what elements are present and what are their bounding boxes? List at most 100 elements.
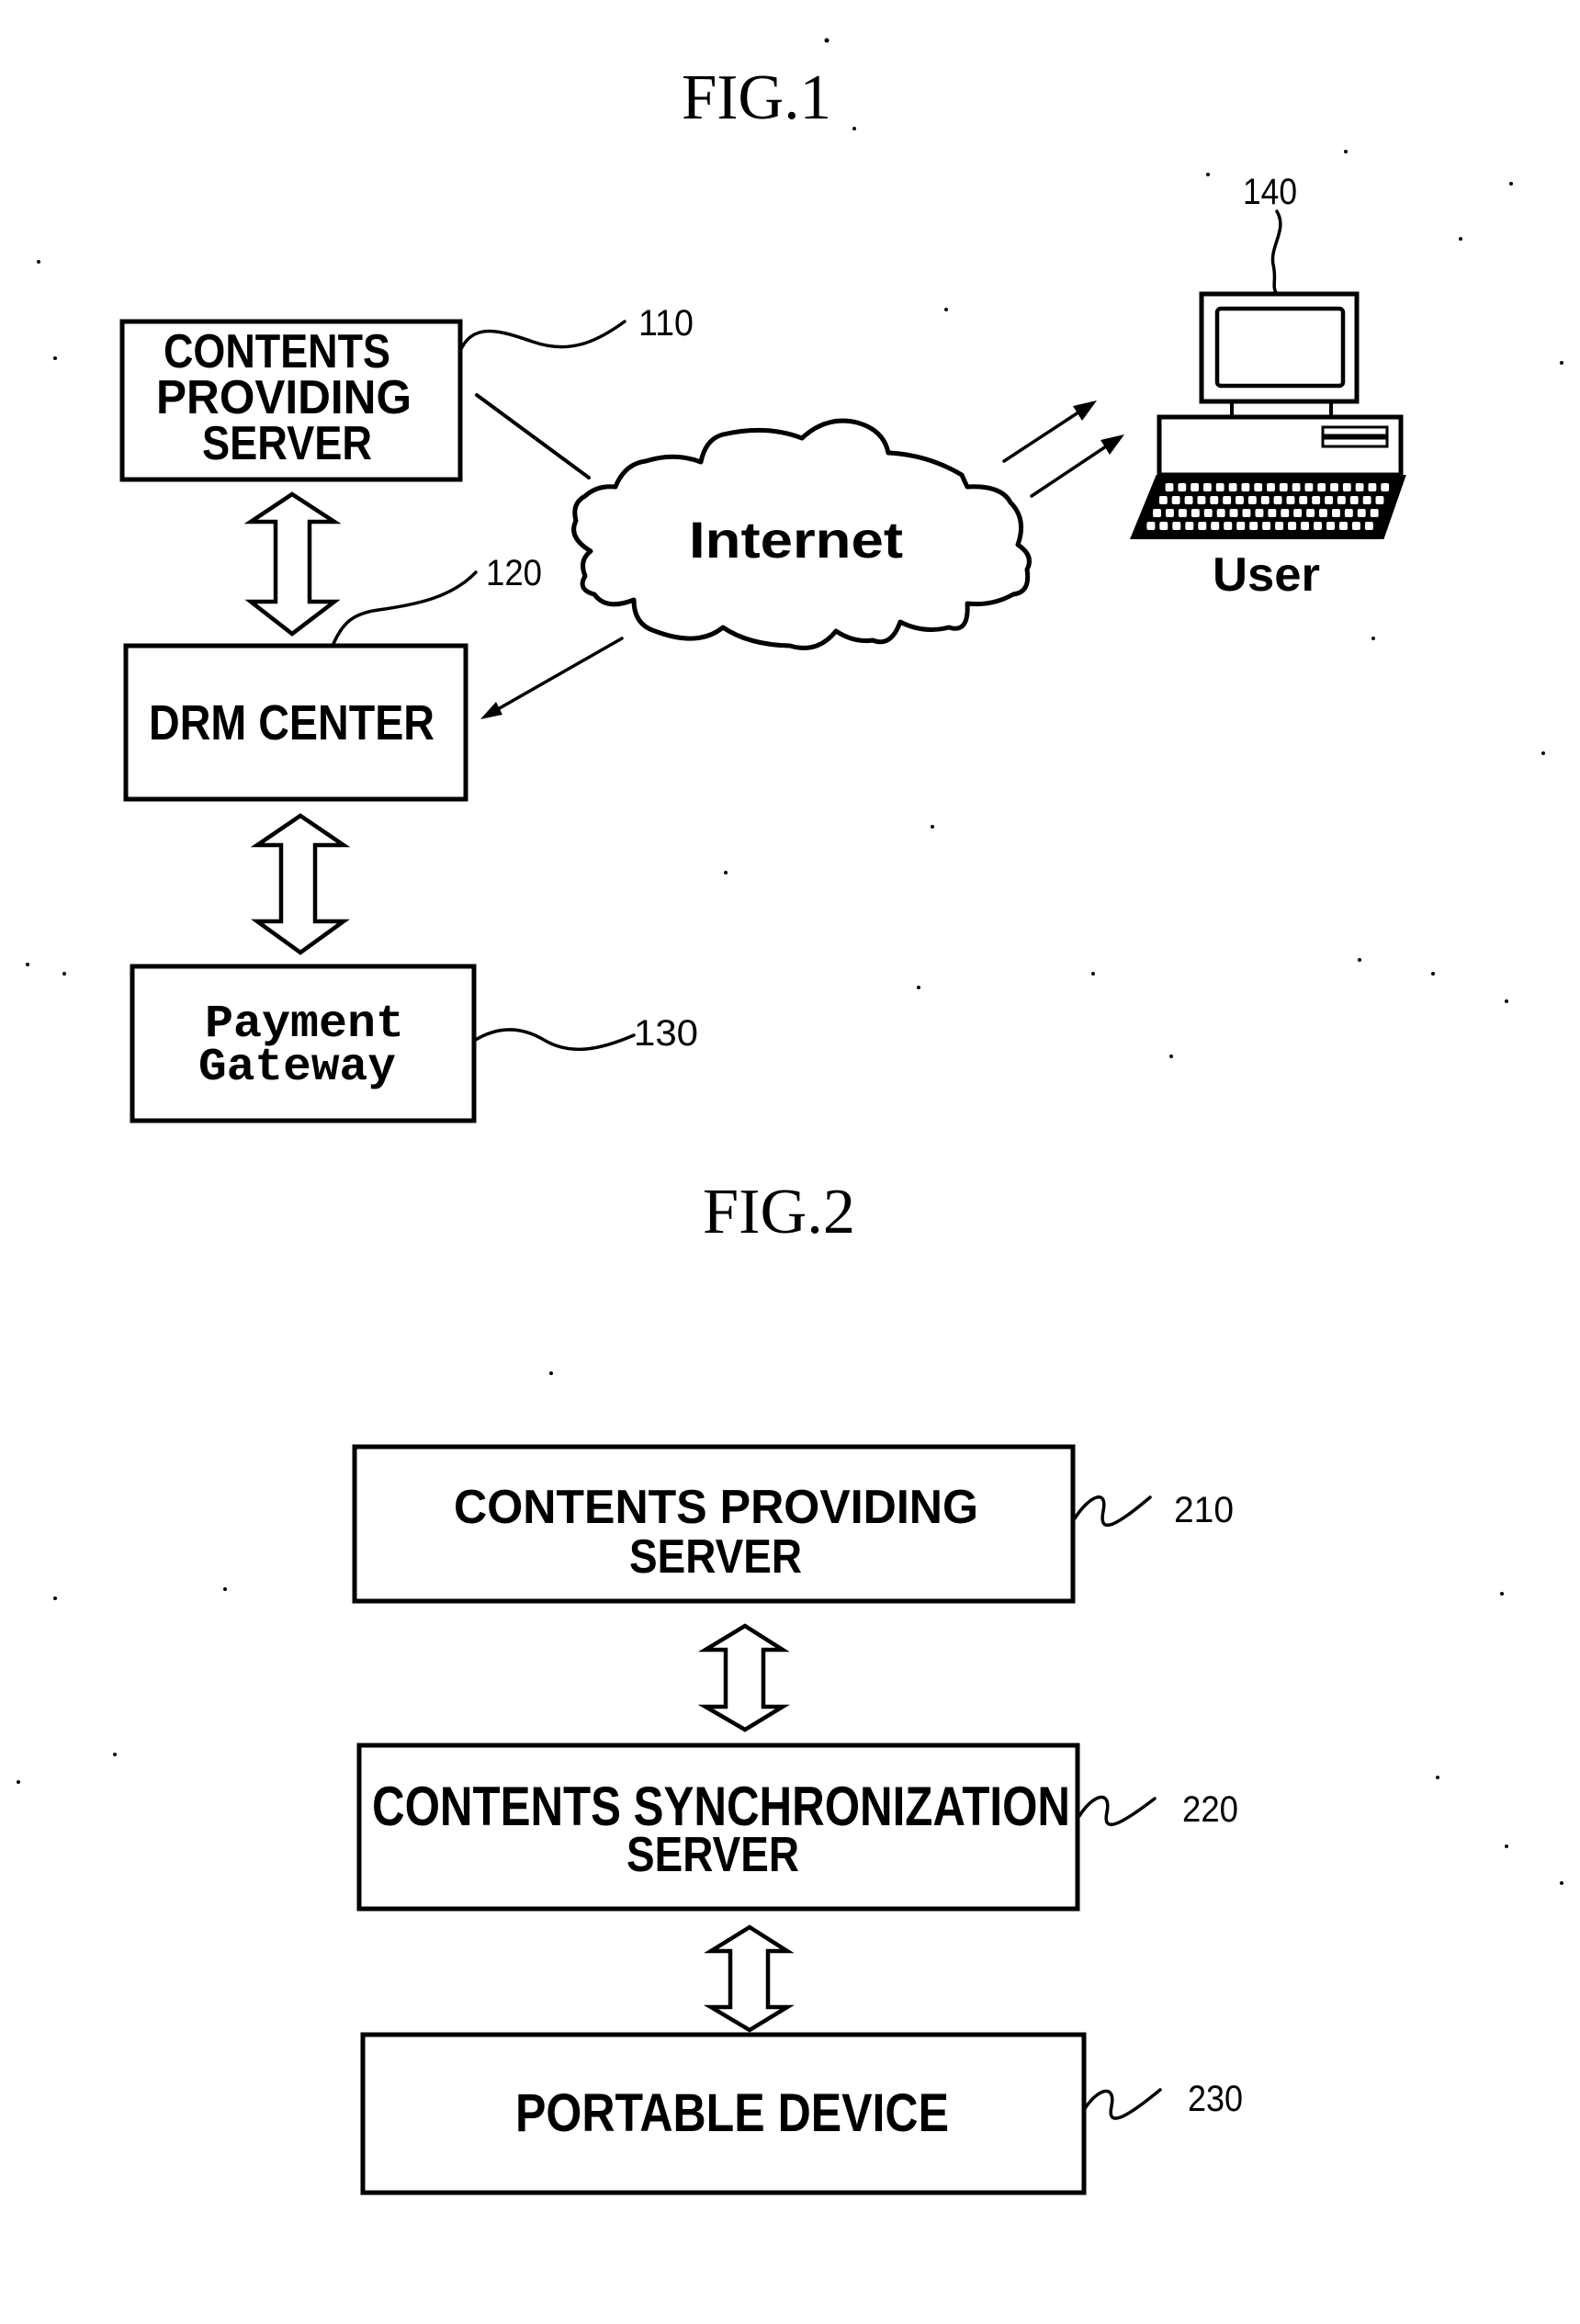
- scan-noise-dot: [53, 356, 57, 360]
- keyboard-key: [1342, 483, 1351, 491]
- drm-center-node[interactable]: DRM CENTER: [123, 643, 468, 802]
- scan-noise-dot: [1344, 150, 1348, 153]
- keyboard-key: [1268, 509, 1277, 517]
- keyboard-key: [1166, 509, 1174, 517]
- keyboard-key: [1330, 483, 1338, 491]
- keyboard-key: [1215, 483, 1224, 491]
- keyboard-key: [1344, 509, 1353, 517]
- scan-noise-dot: [852, 127, 856, 130]
- keyboard-key: [1319, 509, 1327, 517]
- keyboard-key: [1292, 483, 1301, 491]
- scan-noise-dot: [1500, 1592, 1504, 1596]
- portable-device-node[interactable]: PORTABLE DEVICE: [360, 2032, 1087, 2195]
- scan-noise-dot: [1509, 182, 1513, 186]
- user-label: User: [1213, 548, 1320, 602]
- keyboard-key: [1224, 522, 1233, 530]
- scan-noise-dot: [1431, 972, 1435, 976]
- patent-drawing-sheet: FIG.1 CONTENTS PROVIDING SERVER 110 DRM …: [0, 0, 1580, 2324]
- keyboard-key: [1339, 522, 1348, 530]
- keyboard-key: [1273, 496, 1282, 504]
- keyboard-key: [1375, 496, 1384, 504]
- scan-noise-dot: [62, 972, 66, 976]
- keyboard-key: [1172, 522, 1181, 530]
- keyboard-key: [1178, 483, 1187, 491]
- keyboard-key: [1314, 522, 1322, 530]
- keyboard-key: [1229, 509, 1238, 517]
- keyboard-key: [1146, 522, 1156, 530]
- keyboard-key: [1275, 522, 1284, 530]
- keyboard-key: [1281, 509, 1290, 517]
- scan-noise-dot: [944, 308, 948, 311]
- scan-noise-dot: [917, 986, 920, 989]
- scan-noise-dot: [931, 825, 934, 829]
- keyboard-key: [1317, 483, 1326, 491]
- fig2-contents-providing-server-label-line-2: SERVER: [629, 1530, 802, 1584]
- scan-noise-dot: [53, 1596, 57, 1600]
- keyboard-key: [1293, 509, 1303, 517]
- fig2-contents-providing-server-node[interactable]: CONTENTS PROVIDING SERVER: [352, 1444, 1076, 1604]
- scan-noise-dot: [1560, 1881, 1563, 1885]
- keyboard-key: [1362, 496, 1371, 504]
- fig2-contents-providing-server-label-line-1: CONTENTS PROVIDING: [454, 1481, 978, 1534]
- keyboard-key: [1267, 483, 1275, 491]
- drive-slot-2: [1321, 436, 1389, 448]
- keyboard-key: [1255, 509, 1264, 517]
- scan-noise-dot: [1436, 1776, 1439, 1779]
- figure-1-title: FIG.1: [682, 62, 831, 133]
- reference-numeral-130: 130: [634, 1013, 698, 1054]
- keyboard-key: [1228, 483, 1237, 491]
- keyboard-key: [1349, 496, 1359, 504]
- keyboard-key: [1306, 509, 1315, 517]
- scan-noise-dot: [824, 38, 830, 43]
- keyboard-key: [1288, 522, 1297, 530]
- keyboard-key: [1254, 483, 1263, 491]
- keyboard-key: [1171, 496, 1180, 504]
- scan-noise-dot: [26, 963, 29, 966]
- keyboard-key: [1355, 483, 1364, 491]
- keyboard-key: [1210, 496, 1219, 504]
- keyboard-key: [1185, 522, 1194, 530]
- keyboard-key: [1247, 496, 1257, 504]
- payment-gateway-label-line-2: Gateway: [198, 1042, 396, 1094]
- keyboard-key: [1304, 483, 1314, 491]
- keyboard-key: [1370, 509, 1379, 517]
- keyboard-key: [1198, 522, 1207, 530]
- keyboard-key: [1312, 496, 1321, 504]
- keyboard-key: [1249, 522, 1258, 530]
- keyboard-key: [1301, 522, 1309, 530]
- scan-noise-dot: [223, 1587, 227, 1591]
- keyboard-key: [1332, 509, 1340, 517]
- contents-synchronization-server-node[interactable]: CONTENTS SYNCHRONIZATION SERVER: [356, 1743, 1080, 1912]
- keyboard-key: [1260, 496, 1270, 504]
- keyboard-key: [1381, 483, 1390, 491]
- keyboard-key: [1153, 509, 1161, 517]
- keyboard-key: [1364, 522, 1373, 530]
- keyboard-key: [1262, 522, 1271, 530]
- keyboard-key: [1223, 496, 1232, 504]
- keyboard-key: [1191, 509, 1200, 517]
- keyboard-key: [1242, 509, 1251, 517]
- scan-noise-dot: [1560, 361, 1563, 365]
- reference-numeral-210: 210: [1174, 1490, 1234, 1530]
- contents-providing-server-node[interactable]: CONTENTS PROVIDING SERVER: [119, 319, 463, 482]
- keyboard-key: [1216, 509, 1225, 517]
- keyboard-key: [1184, 496, 1193, 504]
- keyboard-key: [1165, 483, 1174, 491]
- reference-numeral-140: 140: [1243, 172, 1297, 212]
- scan-noise-dot: [1091, 972, 1095, 976]
- keyboard-key: [1203, 483, 1212, 491]
- scan-noise-dot: [1358, 958, 1361, 962]
- payment-gateway-node[interactable]: Payment Gateway: [130, 964, 477, 1123]
- keyboard-key: [1158, 496, 1168, 504]
- drm-center-label: DRM CENTER: [149, 695, 434, 750]
- keyboard-key: [1191, 483, 1199, 491]
- scan-noise-dot: [549, 1371, 553, 1375]
- keyboard-key: [1241, 483, 1250, 491]
- monitor-screen: [1214, 306, 1346, 389]
- scan-noise-dot: [724, 871, 728, 874]
- keyboard-key: [1368, 483, 1377, 491]
- scan-noise-dot: [17, 1780, 20, 1784]
- reference-numeral-220: 220: [1182, 1789, 1238, 1830]
- keyboard-key: [1211, 522, 1220, 530]
- scan-noise-dot: [37, 260, 40, 264]
